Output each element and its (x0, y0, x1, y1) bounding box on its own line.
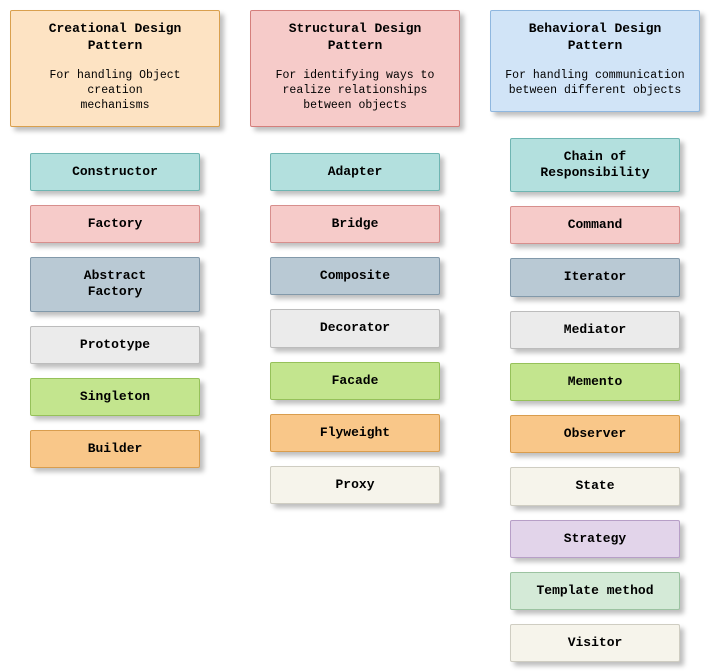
pattern-flyweight: Flyweight (270, 414, 440, 452)
pattern-strategy: Strategy (510, 520, 680, 558)
pattern-proxy: Proxy (270, 466, 440, 504)
pattern-factory: Factory (30, 205, 200, 243)
pattern-facade: Facade (270, 362, 440, 400)
pattern-template-method: Template method (510, 572, 680, 610)
header-title-creational: Creational Design Pattern (19, 21, 211, 55)
pattern-bridge: Bridge (270, 205, 440, 243)
pattern-constructor: Constructor (30, 153, 200, 191)
pattern-mediator: Mediator (510, 311, 680, 349)
header-behavioral: Behavioral Design Pattern For handling c… (490, 10, 700, 112)
pattern-visitor: Visitor (510, 624, 680, 662)
column-behavioral: Behavioral Design Pattern For handling c… (490, 10, 700, 662)
pattern-state: State (510, 467, 680, 505)
pattern-prototype: Prototype (30, 326, 200, 364)
header-creational: Creational Design Pattern For handling O… (10, 10, 220, 127)
pattern-iterator: Iterator (510, 258, 680, 296)
pattern-chain-of-responsibility: Chain of Responsibility (510, 138, 680, 193)
header-structural: Structural Design Pattern For identifyin… (250, 10, 460, 127)
pattern-adapter: Adapter (270, 153, 440, 191)
header-title-behavioral: Behavioral Design Pattern (499, 21, 691, 55)
column-structural: Structural Design Pattern For identifyin… (250, 10, 460, 504)
pattern-abstract-factory: Abstract Factory (30, 257, 200, 312)
column-creational: Creational Design Pattern For handling O… (10, 10, 220, 468)
pattern-observer: Observer (510, 415, 680, 453)
pattern-builder: Builder (30, 430, 200, 468)
pattern-command: Command (510, 206, 680, 244)
header-desc-creational: For handling Object creation mechanisms (19, 69, 211, 114)
columns-container: Creational Design Pattern For handling O… (10, 10, 712, 662)
header-desc-behavioral: For handling communication between diffe… (499, 69, 691, 99)
pattern-decorator: Decorator (270, 309, 440, 347)
header-desc-structural: For identifying ways to realize relation… (259, 69, 451, 114)
pattern-memento: Memento (510, 363, 680, 401)
header-title-structural: Structural Design Pattern (259, 21, 451, 55)
pattern-singleton: Singleton (30, 378, 200, 416)
pattern-composite: Composite (270, 257, 440, 295)
